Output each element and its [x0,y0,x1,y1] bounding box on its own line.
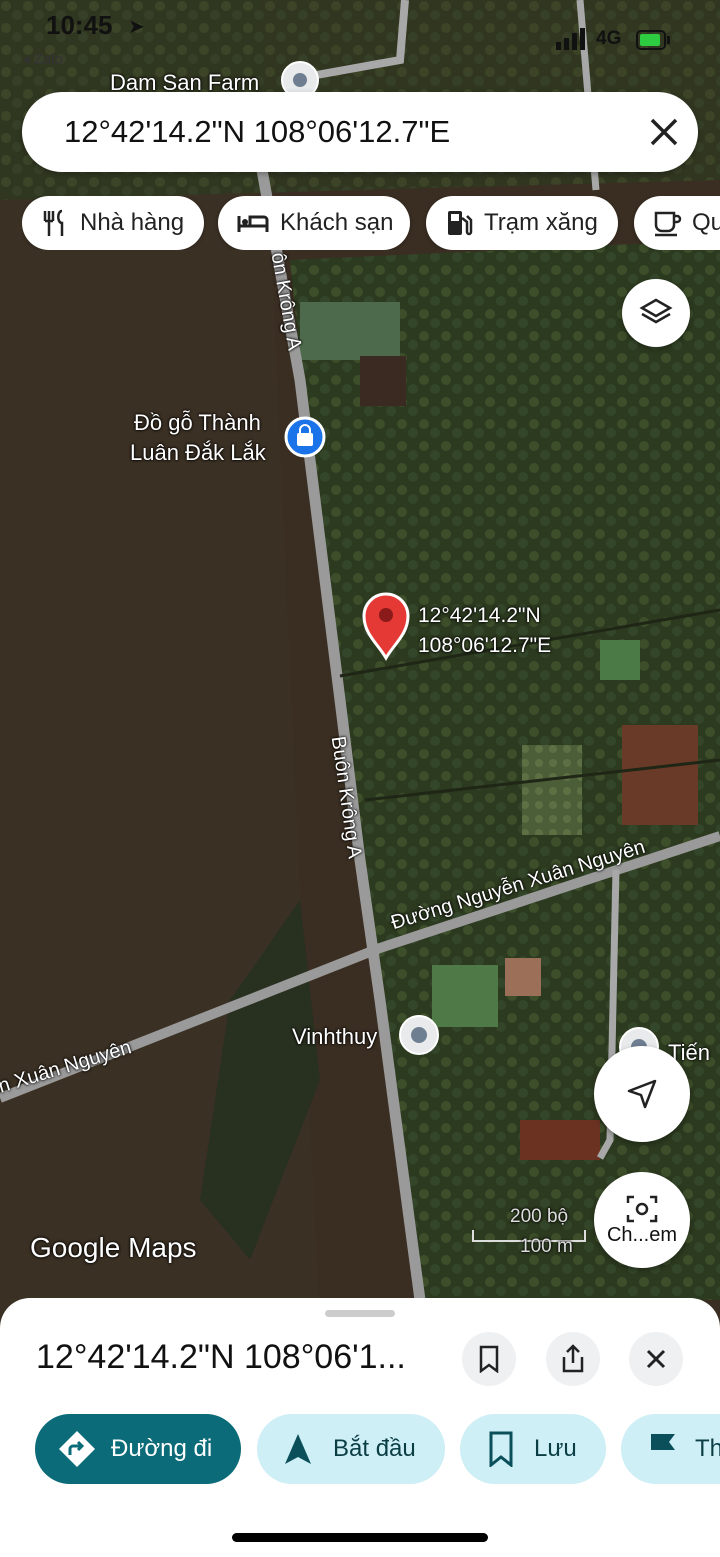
red-pin-icon [362,592,410,662]
category-chips: Nhà hàng Khách sạn Trạm xăng Qu [22,196,720,250]
bookmark-icon [489,1431,513,1467]
chip-label: Trạm xăng [484,209,598,236]
camera-view-button[interactable]: Ch...em [594,1172,690,1268]
my-location-button[interactable] [594,1046,690,1142]
flag-button[interactable]: Th [621,1414,720,1484]
flag-icon [651,1434,675,1465]
navigation-arrow-icon [285,1434,311,1464]
camera-scan-icon [626,1195,658,1222]
directions-icon [59,1431,95,1467]
coffee-icon [654,211,682,237]
scale-feet: 200 bộ [510,1206,569,1227]
scale-meters: 100 m [520,1236,573,1257]
layers-icon [639,298,673,324]
place-label-vinhthuy: Vinhthuy [292,1024,378,1049]
back-to-app-link[interactable]: ◂ Zalo [22,50,63,68]
status-time: 10:45 [46,10,113,40]
location-arrow-icon: ➤ [128,16,145,38]
restaurant-icon [43,209,64,236]
drag-handle[interactable] [325,1310,395,1317]
chip-label: Khách sạn [280,209,394,236]
share-button[interactable] [546,1332,600,1386]
signal-icon [556,28,585,50]
chip-coffee[interactable]: Qu [634,196,720,250]
start-button[interactable]: Bắt đầu [257,1414,445,1484]
chip-hotels[interactable]: Khách sạn [218,196,410,250]
place-label-do-go-2: Luân Đắk Lắk [130,440,266,465]
hotel-icon [237,215,269,232]
bookmark-icon [479,1345,499,1373]
save-label: Lưu [534,1435,577,1462]
close-icon [646,1349,666,1369]
chip-restaurants[interactable]: Nhà hàng [22,196,204,250]
save-button[interactable]: Lưu [460,1414,606,1484]
flag-label: Th [695,1435,720,1462]
directions-button[interactable]: Đường đi [35,1414,241,1484]
start-label: Bắt đầu [333,1435,416,1462]
search-query[interactable]: 12°42'14.2"N 108°06'12.7"E [64,114,450,150]
camera-label: Ch...em [606,1223,678,1246]
close-icon[interactable] [640,108,688,156]
share-icon [562,1344,584,1373]
status-bar: 10:45 ➤ ◂ Zalo 4G [0,0,720,68]
place-pin-icon [399,1015,439,1055]
search-bar[interactable]: 12°42'14.2"N 108°06'12.7"E [22,92,698,172]
directions-label: Đường đi [111,1435,213,1462]
place-bottom-sheet[interactable]: 12°42'14.2"N 108°06'1... Đường đi Bắt đầ… [0,1298,720,1557]
home-indicator[interactable] [232,1533,488,1542]
chip-label: Nhà hàng [80,209,185,236]
place-title: 12°42'14.2"N 108°06'1... [36,1338,406,1376]
place-label-do-go-1: Đồ gỗ Thành [134,410,261,435]
pin-label-lon: 108°06'12.7"E [418,634,552,657]
layers-button[interactable] [622,279,690,347]
place-marker-do-go[interactable] [284,416,326,458]
gas-station-icon [448,211,473,236]
battery-icon [636,30,670,50]
close-sheet-button[interactable] [629,1332,683,1386]
shopping-bag-icon [284,416,326,458]
network-type: 4G [596,28,622,49]
dropped-pin[interactable] [360,592,412,662]
chip-gas-stations[interactable]: Trạm xăng [426,196,618,250]
place-marker-vinhthuy[interactable] [398,1014,440,1060]
chip-label: Qu [692,209,720,236]
pin-label-lat: 12°42'14.2"N [418,604,541,627]
google-maps-logo: Google Maps [30,1232,197,1263]
location-arrow-icon [627,1079,657,1109]
save-bookmark-button[interactable] [462,1332,516,1386]
